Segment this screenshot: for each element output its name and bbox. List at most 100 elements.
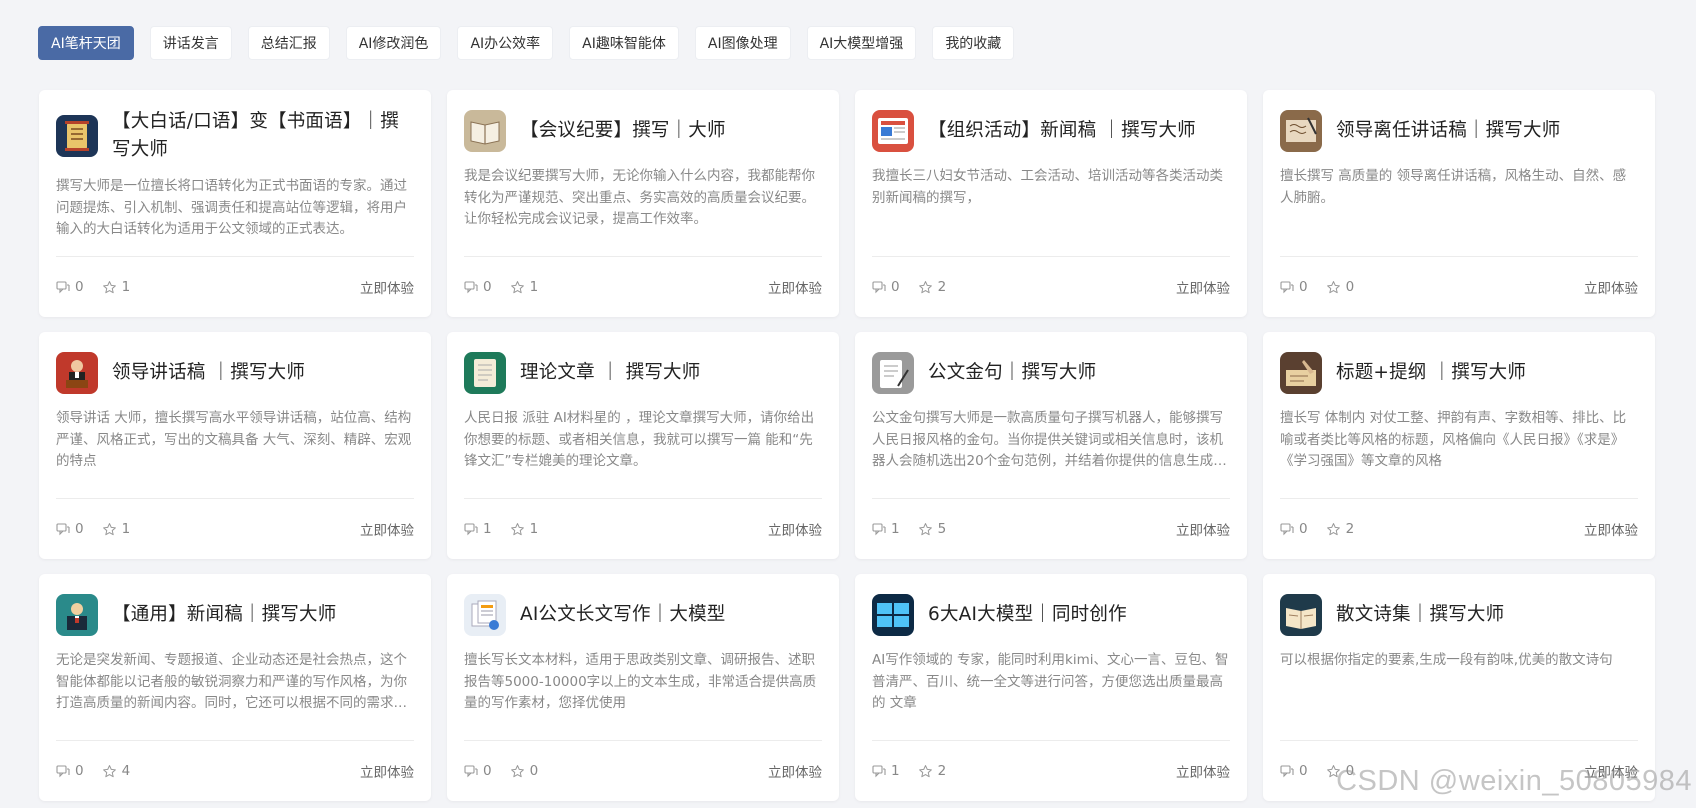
card-title[interactable]: 标题+提纲 ｜撰写大师 (1336, 359, 1526, 387)
favorite-count[interactable]: 1 (510, 521, 538, 537)
tab-5[interactable]: AI趣味智能体 (569, 26, 679, 60)
comment-count-value: 1 (483, 521, 492, 537)
card-footer: 0 2 立即体验 (1280, 498, 1638, 559)
card-title[interactable]: 【组织活动】新闻稿 ｜撰写大师 (928, 117, 1196, 145)
try-now-link[interactable]: 立即体验 (1176, 277, 1230, 297)
comment-count[interactable]: 0 (464, 763, 492, 779)
writing-hand-icon (1280, 352, 1322, 394)
card-title[interactable]: 【大白话/口语】变【书面语】｜撰写大师 (112, 108, 414, 164)
star-icon (510, 280, 530, 295)
try-now-link[interactable]: 立即体验 (360, 519, 414, 539)
favorite-count[interactable]: 4 (102, 763, 130, 779)
card-title[interactable]: 领导讲话稿 ｜撰写大师 (112, 359, 305, 387)
try-now-link[interactable]: 立即体验 (768, 277, 822, 297)
tab-8[interactable]: 我的收藏 (932, 26, 1015, 60)
comment-count[interactable]: 0 (464, 279, 492, 295)
comment-count-value: 0 (483, 763, 492, 779)
agent-card[interactable]: 【通用】新闻稿｜撰写大师 无论是突发新闻、专题报道、企业动态还是社会热点，这个智… (39, 574, 431, 801)
favorite-count[interactable]: 1 (102, 279, 131, 295)
agent-card[interactable]: 理论文章 ｜ 撰写大师 人民日报 派驻 AI材料星的 ，理论文章撰写大师，请你给… (447, 332, 839, 559)
card-title[interactable]: 【会议纪要】撰写｜大师 (520, 117, 726, 145)
card-description: 擅长写 体制内 对仗工整、押韵有声、字数相等、排比、比喻或者类比等风格的标题，风… (1280, 410, 1627, 469)
favorite-count-value: 1 (121, 279, 131, 295)
comment-count-value: 0 (75, 521, 84, 537)
tab-0[interactable]: AI笔杆天团 (38, 26, 134, 60)
card-title[interactable]: 6大AI大模型｜同时创作 (928, 601, 1127, 629)
favorite-count-value: 1 (529, 279, 539, 295)
try-now-link[interactable]: 立即体验 (1176, 519, 1230, 539)
try-now-link[interactable]: 立即体验 (360, 761, 414, 781)
favorite-count-value: 2 (937, 279, 947, 295)
comment-count[interactable]: 0 (1280, 521, 1308, 537)
comment-count[interactable]: 0 (56, 763, 84, 779)
card-title[interactable]: 散文诗集｜撰写大师 (1336, 601, 1504, 629)
card-header: 公文金句｜撰写大师 (872, 350, 1230, 396)
favorite-count[interactable]: 1 (510, 279, 539, 295)
card-header: 领导离任讲话稿｜撰写大师 (1280, 108, 1638, 154)
card-title[interactable]: 领导离任讲话稿｜撰写大师 (1336, 117, 1560, 145)
star-icon (102, 764, 122, 779)
try-now-link[interactable]: 立即体验 (1176, 761, 1230, 781)
agent-card[interactable]: 领导讲话稿 ｜撰写大师 领导讲话 大师，擅长撰写高水平领导讲话稿，站位高、结构严… (39, 332, 431, 559)
favorite-count-value: 1 (121, 521, 131, 537)
card-title[interactable]: 理论文章 ｜ 撰写大师 (520, 359, 700, 387)
tab-1[interactable]: 讲话发言 (149, 26, 232, 60)
try-now-link[interactable]: 立即体验 (1584, 277, 1638, 297)
comment-count[interactable]: 0 (872, 279, 900, 295)
favorite-count[interactable]: 1 (102, 521, 131, 537)
news-anchor-icon (56, 594, 98, 636)
speaker-podium-icon (56, 352, 98, 394)
card-title[interactable]: AI公文长文写作｜大模型 (520, 601, 726, 629)
agent-card[interactable]: 【会议纪要】撰写｜大师 我是会议纪要撰写大师，无论你输入什么内容，我都能帮你转化… (447, 90, 839, 317)
agent-card[interactable]: 标题+提纲 ｜撰写大师 擅长写 体制内 对仗工整、押韵有声、字数相等、排比、比喻… (1263, 332, 1655, 559)
tab-2[interactable]: 总结汇报 (247, 26, 330, 60)
agent-card[interactable]: 6大AI大模型｜同时创作 AI写作领域的 专家，能同时利用kimi、文心一言、豆… (855, 574, 1247, 801)
try-now-link[interactable]: 立即体验 (1584, 519, 1638, 539)
comment-icon (872, 280, 891, 294)
card-title[interactable]: 公文金句｜撰写大师 (928, 359, 1096, 387)
comment-count-value: 0 (1299, 763, 1308, 779)
favorite-count-value: 0 (529, 763, 539, 779)
agent-card[interactable]: 【组织活动】新闻稿 ｜撰写大师 我擅长三八妇女节活动、工会活动、培训活动等各类活… (855, 90, 1247, 317)
agent-card[interactable]: 领导离任讲话稿｜撰写大师 擅长撰写 高质量的 领导离任讲话稿，风格生动、自然、感… (1263, 90, 1655, 317)
tab-7[interactable]: AI大模型增强 (806, 26, 917, 60)
comment-icon (464, 280, 483, 294)
comment-count[interactable]: 0 (56, 521, 84, 537)
comment-count[interactable]: 0 (1280, 763, 1308, 779)
comment-count[interactable]: 1 (464, 521, 492, 537)
card-header: 【通用】新闻稿｜撰写大师 (56, 592, 414, 638)
tab-4[interactable]: AI办公效率 (457, 26, 554, 60)
tab-6[interactable]: AI图像处理 (694, 26, 791, 60)
star-icon (918, 280, 938, 295)
comment-count[interactable]: 1 (872, 521, 900, 537)
tab-3[interactable]: AI修改润色 (345, 26, 442, 60)
favorite-count[interactable]: 0 (510, 763, 539, 779)
poetry-book-icon (1280, 594, 1322, 636)
favorite-count[interactable]: 5 (918, 521, 946, 537)
comment-icon (56, 522, 75, 536)
newspaper-icon (872, 110, 914, 152)
card-title[interactable]: 【通用】新闻稿｜撰写大师 (112, 601, 336, 629)
card-footer: 0 1 立即体验 (56, 256, 414, 317)
card-description: 撰写大师是一位擅长将口语转化为正式书面语的专家。通过问题提炼、引入机制、强调责任… (56, 178, 407, 237)
agent-card[interactable]: 【大白话/口语】变【书面语】｜撰写大师 撰写大师是一位擅长将口语转化为正式书面语… (39, 90, 431, 317)
favorite-count[interactable]: 2 (1326, 521, 1354, 537)
comment-count[interactable]: 0 (56, 279, 84, 295)
favorite-count[interactable]: 0 (1326, 279, 1354, 295)
try-now-link[interactable]: 立即体验 (768, 761, 822, 781)
comment-count[interactable]: 0 (1280, 279, 1308, 295)
agent-card[interactable]: 公文金句｜撰写大师 公文金句撰写大师是一款高质量句子撰写机器人，能够撰写人民日报… (855, 332, 1247, 559)
card-footer: 0 2 立即体验 (872, 256, 1230, 317)
comment-count-value: 0 (75, 763, 84, 779)
agent-card[interactable]: AI公文长文写作｜大模型 擅长写长文本材料，适用于思政类别文章、调研报告、述职报… (447, 574, 839, 801)
card-description: 领导讲话 大师，擅长撰写高水平领导讲话稿，站位高、结构严谨、风格正式，写出的文稿… (56, 410, 412, 469)
comment-icon (872, 764, 891, 778)
card-footer: 1 5 立即体验 (872, 498, 1230, 559)
try-now-link[interactable]: 立即体验 (360, 277, 414, 297)
comment-count[interactable]: 1 (872, 763, 900, 779)
card-header: 【组织活动】新闻稿 ｜撰写大师 (872, 108, 1230, 154)
favorite-count[interactable]: 2 (918, 279, 947, 295)
favorite-count[interactable]: 2 (918, 763, 946, 779)
try-now-link[interactable]: 立即体验 (768, 519, 822, 539)
card-header: 散文诗集｜撰写大师 (1280, 592, 1638, 638)
